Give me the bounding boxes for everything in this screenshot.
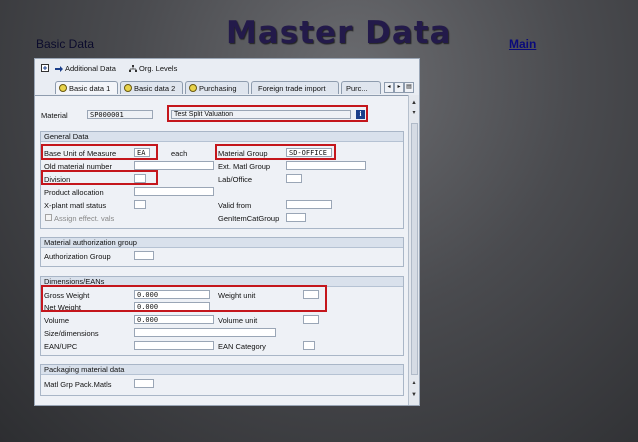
product-allocation-label: Product allocation: [44, 188, 104, 197]
ean-upc-field[interactable]: [134, 341, 214, 350]
division-label: Division: [44, 175, 71, 184]
tab-purchasing-more[interactable]: Purc...: [341, 81, 381, 94]
tab-label: Basic data 1: [69, 83, 111, 93]
volume-field[interactable]: 0.000: [134, 315, 214, 324]
xplant-status-field[interactable]: [134, 200, 146, 209]
auth-group-field[interactable]: [134, 251, 154, 260]
matl-grp-pack-field[interactable]: [134, 379, 154, 388]
tab-content: Material SP000001 Test Split Valuation i…: [35, 95, 408, 405]
ean-category-label: EAN Category: [218, 342, 266, 351]
org-levels-icon: [129, 64, 137, 72]
basic-data-label: Basic Data: [36, 37, 95, 51]
matl-grp-pack-label: Matl Grp Pack.Matls: [44, 380, 112, 389]
net-weight-field[interactable]: 0.000: [134, 302, 210, 311]
material-number-field[interactable]: SP000001: [87, 110, 153, 119]
main-link[interactable]: Main: [509, 37, 536, 51]
vertical-scrollbar[interactable]: ▲ ▾ ▴ ▼: [408, 95, 419, 405]
group-title: Packaging material data: [41, 365, 403, 375]
org-levels-label: Org. Levels: [139, 64, 178, 73]
valid-from-field[interactable]: [286, 200, 332, 209]
base-uom-field[interactable]: EA: [134, 148, 150, 157]
material-description-field[interactable]: Test Split Valuation: [171, 110, 351, 119]
group-title: Dimensions/EANs: [41, 277, 403, 287]
weight-unit-label: Weight unit: [218, 291, 256, 300]
gross-weight-field[interactable]: 0.000: [134, 290, 210, 299]
gen-item-cat-label: GenItemCatGroup: [218, 214, 280, 223]
assign-effect-checkbox[interactable]: [45, 214, 52, 221]
display-change-icon[interactable]: [41, 64, 49, 72]
tab-label: Basic data 2: [134, 83, 176, 93]
old-material-field[interactable]: [134, 161, 214, 170]
lab-office-field[interactable]: [286, 174, 302, 183]
ean-category-field[interactable]: [303, 341, 315, 350]
scroll-thumb[interactable]: [411, 123, 418, 375]
tab-label: Purc...: [346, 83, 368, 93]
org-levels-button[interactable]: Org. Levels: [129, 64, 177, 73]
scroll-down-page-icon[interactable]: ▴: [410, 379, 418, 387]
info-icon[interactable]: i: [356, 110, 365, 119]
base-uom-label: Base Unit of Measure: [44, 149, 117, 158]
arrow-right-icon: [55, 65, 63, 72]
tab-basic-data-2[interactable]: Basic data 2: [120, 81, 183, 94]
volume-label: Volume: [44, 316, 70, 325]
ean-upc-label: EAN/UPC: [44, 342, 78, 351]
material-label: Material: [41, 111, 68, 120]
volume-unit-field[interactable]: [303, 315, 319, 324]
scroll-up-icon[interactable]: ▲: [410, 99, 418, 107]
scroll-down-icon[interactable]: ▼: [410, 391, 418, 399]
slide-title: Master Data: [226, 15, 452, 51]
tab-purchasing[interactable]: Purchasing: [185, 81, 249, 94]
valid-from-label: Valid from: [218, 201, 252, 210]
additional-data-button[interactable]: Additional Data: [55, 64, 116, 73]
sap-material-master-window: Additional Data Org. Levels Basic data 1…: [34, 58, 420, 406]
gen-item-cat-field[interactable]: [286, 213, 306, 222]
xplant-status-label: X-plant matl status: [44, 201, 107, 210]
status-ok-icon: [189, 84, 197, 92]
product-allocation-field[interactable]: [134, 187, 214, 196]
assign-effect-label: Assign effect. vals: [54, 214, 115, 223]
group-title: General Data: [41, 132, 403, 142]
base-uom-text: each: [171, 149, 188, 158]
tab-label: Purchasing: [199, 83, 237, 93]
tab-foreign-trade-import[interactable]: Foreign trade import: [251, 81, 339, 94]
status-ok-icon: [124, 84, 132, 92]
ext-matl-group-label: Ext. Matl Group: [218, 162, 271, 171]
old-material-label: Old material number: [44, 162, 112, 171]
material-group-label: Material Group: [218, 149, 268, 158]
tab-label: Foreign trade import: [258, 83, 326, 93]
scroll-up-page-icon[interactable]: ▾: [410, 109, 418, 117]
division-field[interactable]: [134, 174, 146, 183]
material-group-field[interactable]: SD-OFFICE: [286, 148, 332, 157]
weight-unit-field[interactable]: [303, 290, 319, 299]
group-title: Material authorization group: [41, 238, 403, 248]
lab-office-label: Lab/Office: [218, 175, 253, 184]
tab-basic-data-1[interactable]: Basic data 1: [55, 81, 118, 94]
additional-data-label: Additional Data: [65, 64, 116, 73]
tab-scroll-right-icon[interactable]: ▸: [394, 82, 404, 93]
size-dimensions-field[interactable]: [134, 328, 276, 337]
tab-list-icon[interactable]: ▤: [404, 82, 414, 93]
size-dimensions-label: Size/dimensions: [44, 329, 99, 338]
status-ok-icon: [59, 84, 67, 92]
auth-group-label: Authorization Group: [44, 252, 111, 261]
toolbar: Additional Data Org. Levels: [35, 59, 419, 79]
volume-unit-label: Volume unit: [218, 316, 258, 325]
ext-matl-group-field[interactable]: [286, 161, 366, 170]
tab-scroll-left-icon[interactable]: ◂: [384, 82, 394, 93]
net-weight-label: Net Weight: [44, 303, 81, 312]
gross-weight-label: Gross Weight: [44, 291, 90, 300]
tab-strip: Basic data 1 Basic data 2 Purchasing For…: [35, 81, 419, 95]
